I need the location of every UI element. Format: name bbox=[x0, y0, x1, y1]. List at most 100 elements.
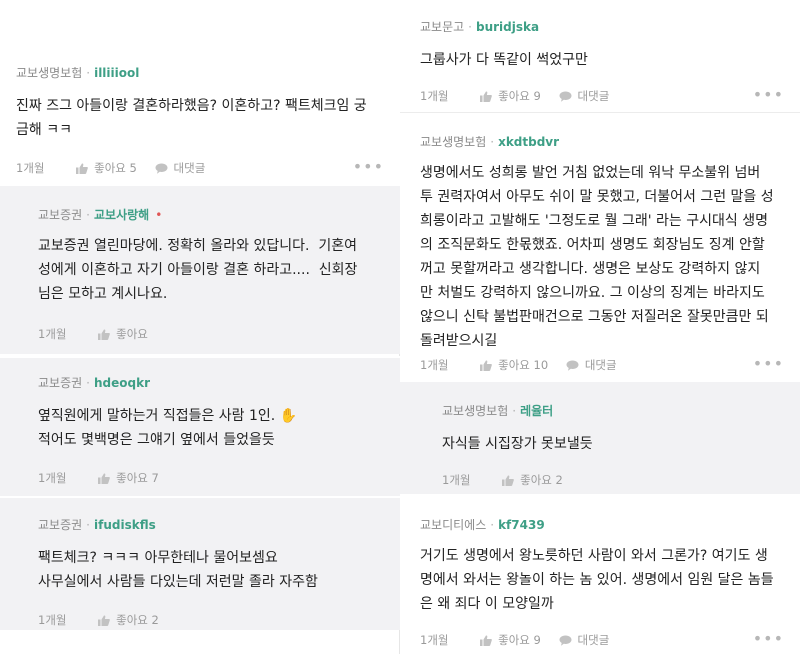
comment-text: 교보증권 열린마당에. 정확히 올라와 있답니다. 기혼여 성에게 이혼하고 자… bbox=[38, 238, 358, 302]
like-label: 좋아요 bbox=[498, 632, 530, 647]
comment-meta: 교보증권 · ifudiskfls bbox=[38, 518, 156, 532]
comment-actions: 1개월 좋아요 7 bbox=[38, 468, 392, 486]
comment-text: 팩트체크? ㅋㅋㅋ 아무한테나 물어보셈요 사무실에서 사람들 다있는데 저런말… bbox=[38, 550, 318, 590]
reply-button[interactable]: 대댓글 bbox=[566, 356, 617, 374]
company-name: 교보생명보험 bbox=[16, 66, 83, 80]
comment-actions: 1개월 좋아요 5 대댓글 ••• bbox=[16, 158, 392, 176]
comment-actions: 1개월 좋아요 bbox=[38, 324, 392, 342]
new-mark: • bbox=[155, 208, 163, 222]
like-label: 좋아요 bbox=[116, 326, 148, 341]
comment-time: 1개월 bbox=[38, 470, 67, 485]
like-label: 좋아요 bbox=[116, 470, 148, 485]
comment-meta: 교보증권 · 교보사랑해 • bbox=[38, 208, 163, 222]
like-label: 좋아요 bbox=[498, 88, 530, 103]
comment-time: 1개월 bbox=[420, 357, 449, 372]
thumb-up-icon bbox=[98, 614, 111, 626]
reply-label: 대댓글 bbox=[584, 357, 617, 372]
comment-text: 생명에서도 성희롱 발언 거침 없었는데 워낙 무소불위 넘버 투 권력자여서 … bbox=[420, 165, 774, 349]
comment-time: 1개월 bbox=[16, 160, 45, 175]
like-button[interactable]: 좋아요 9 bbox=[480, 87, 541, 105]
comment-meta: 교보증권 · hdeoqkr bbox=[38, 376, 151, 390]
comment-time: 1개월 bbox=[38, 326, 67, 341]
author-name[interactable]: hdeoqkr bbox=[94, 376, 150, 390]
like-button[interactable]: 좋아요 10 bbox=[480, 356, 548, 374]
comment-actions: 1개월 좋아요 2 bbox=[442, 470, 792, 488]
like-count: 10 bbox=[533, 357, 549, 372]
comment-meta: 교보생명보험 · illiiiool bbox=[16, 66, 140, 80]
author-name[interactable]: kf7439 bbox=[498, 518, 545, 532]
comment-meta: 교보생명보험 · 레율터 bbox=[442, 404, 554, 418]
more-options-icon[interactable]: ••• bbox=[753, 355, 784, 373]
speech-bubble-icon bbox=[559, 635, 572, 646]
thumb-up-icon bbox=[502, 474, 515, 486]
speech-bubble-icon bbox=[566, 360, 579, 371]
comment-meta: 교보문고 · buridjska bbox=[420, 20, 540, 34]
comment-text: 진짜 즈그 아들이랑 결혼하라했음? 이혼하고? 팩트체크임 궁 금해 ㅋㅋ bbox=[16, 98, 367, 138]
reply-label: 대댓글 bbox=[577, 632, 610, 647]
like-count: 2 bbox=[151, 612, 159, 627]
comment-card: 교보디티에스 · kf7439 거기도 생명에서 왕노릇하던 사람이 와서 그론가?… bbox=[400, 494, 800, 654]
comment-text: 옆직원에게 말하는거 직접들은 사람 1인. ✋ 적어도 몇백명은 그얘기 옆에… bbox=[38, 408, 298, 448]
company-name: 교보디티에스 bbox=[420, 518, 487, 532]
company-name: 교보생명보험 bbox=[442, 404, 509, 418]
comment-meta: 교보생명보험 · xkdtbdvr bbox=[420, 135, 560, 149]
like-label: 좋아요 bbox=[116, 612, 148, 627]
like-label: 좋아요 bbox=[498, 357, 530, 372]
reply-button[interactable]: 대댓글 bbox=[559, 87, 610, 105]
author-name[interactable]: 교보사랑해 bbox=[94, 208, 149, 222]
thumb-up-icon bbox=[98, 328, 111, 340]
reply-card: 교보증권 · hdeoqkr 옆직원에게 말하는거 직접들은 사람 1인. ✋ 적어… bbox=[0, 356, 400, 496]
thumb-up-icon bbox=[480, 634, 493, 646]
comment-actions: 1개월 좋아요 9 대댓글 ••• bbox=[420, 86, 792, 104]
author-name[interactable]: ifudiskfls bbox=[94, 518, 156, 532]
company-name: 교보문고 bbox=[420, 20, 465, 34]
like-count: 7 bbox=[151, 470, 159, 485]
reply-button[interactable]: 대댓글 bbox=[559, 631, 610, 649]
like-button[interactable]: 좋아요 2 bbox=[98, 611, 159, 629]
author-name[interactable]: buridjska bbox=[476, 20, 539, 34]
more-options-icon[interactable]: ••• bbox=[353, 158, 384, 176]
comment-text: 거기도 생명에서 왕노릇하던 사람이 와서 그론가? 여기도 생 명에서 와서는… bbox=[420, 548, 774, 612]
thumb-up-icon bbox=[98, 472, 111, 484]
thumb-up-icon bbox=[480, 90, 493, 102]
speech-bubble-icon bbox=[155, 163, 168, 174]
company-name: 교보증권 bbox=[38, 208, 83, 222]
thumb-up-icon bbox=[76, 162, 89, 174]
comment-card: 교보생명보험 · xkdtbdvr 생명에서도 성희롱 발언 거침 없었는데 워낙 … bbox=[400, 112, 800, 382]
comment-time: 1개월 bbox=[38, 612, 67, 627]
comment-card: 교보생명보험 · illiiiool 진짜 즈그 아들이랑 결혼하라했음? 이혼하고… bbox=[0, 0, 400, 186]
author-name[interactable]: illiiiool bbox=[94, 66, 139, 80]
comment-time: 1개월 bbox=[420, 632, 449, 647]
reply-card: 교보증권 · 교보사랑해 • 교보증권 열린마당에. 정확히 올라와 있답니다. 기혼… bbox=[0, 186, 400, 354]
reply-label: 대댓글 bbox=[577, 88, 610, 103]
like-button[interactable]: 좋아요 bbox=[98, 325, 148, 343]
comment-actions: 1개월 좋아요 9 대댓글 ••• bbox=[420, 630, 792, 648]
reply-card: 교보생명보험 · 레율터 자식들 시집장가 못보낼듯 1개월 좋아요 2 bbox=[400, 382, 800, 494]
reply-label: 대댓글 bbox=[173, 160, 206, 175]
reply-card: 교보증권 · ifudiskfls 팩트체크? ㅋㅋㅋ 아무한테나 물어보셈요 사무… bbox=[0, 496, 400, 630]
author-name[interactable]: xkdtbdvr bbox=[498, 135, 559, 149]
comment-actions: 1개월 좋아요 2 bbox=[38, 610, 392, 628]
like-label: 좋아요 bbox=[94, 160, 126, 175]
like-button[interactable]: 좋아요 2 bbox=[502, 471, 563, 489]
like-count: 9 bbox=[533, 88, 541, 103]
like-count: 9 bbox=[533, 632, 541, 647]
comment-meta: 교보디티에스 · kf7439 bbox=[420, 518, 545, 532]
author-name[interactable]: 레율터 bbox=[520, 404, 553, 418]
comment-card: 교보문고 · buridjska 그룹사가 다 똑같이 썩었구만 1개월 좋아요 9… bbox=[400, 0, 800, 110]
speech-bubble-icon bbox=[559, 91, 572, 102]
comment-text: 자식들 시집장가 못보낼듯 bbox=[442, 436, 593, 452]
comment-actions: 1개월 좋아요 10 대댓글 ••• bbox=[420, 355, 792, 373]
like-label: 좋아요 bbox=[520, 472, 552, 487]
like-count: 5 bbox=[129, 160, 137, 175]
company-name: 교보증권 bbox=[38, 376, 83, 390]
like-button[interactable]: 좋아요 5 bbox=[76, 159, 137, 177]
comment-time: 1개월 bbox=[442, 472, 471, 487]
more-options-icon[interactable]: ••• bbox=[753, 86, 784, 104]
like-count: 2 bbox=[555, 472, 563, 487]
thumb-up-icon bbox=[480, 359, 493, 371]
like-button[interactable]: 좋아요 9 bbox=[480, 631, 541, 649]
reply-button[interactable]: 대댓글 bbox=[155, 159, 206, 177]
like-button[interactable]: 좋아요 7 bbox=[98, 469, 159, 487]
more-options-icon[interactable]: ••• bbox=[753, 630, 784, 648]
